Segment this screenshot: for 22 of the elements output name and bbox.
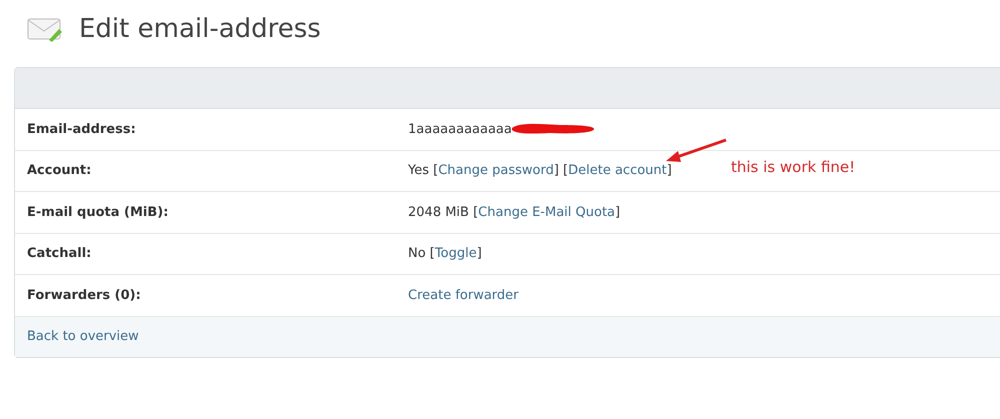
value-text: ] [476,245,482,263]
field-label: Account: [26,162,92,180]
value-text: ] [615,204,620,222]
value-text: No [ [408,245,435,263]
annotation-text: this is work fine! [731,157,856,178]
back-link[interactable]: Back to overview [27,326,139,346]
value-text: 2048 MiB [ [408,204,478,222]
action-link[interactable]: Toggle [434,244,477,264]
action-link[interactable]: Create forwarder [408,286,519,305]
value-text: ] [ [554,162,568,180]
value-text: 1aaaaaaaaaaaa [408,120,512,138]
field-label: Forwarders (0): [26,286,142,304]
action-link[interactable]: Change E-Mail Quota [478,202,616,222]
field-label: Email-address: [26,120,137,138]
action-link[interactable]: Change password [438,161,554,180]
action-link[interactable]: Delete account [568,161,667,180]
page-title: Edit email-address [79,12,321,46]
value-text: ] [666,162,672,180]
field-label: Catchall: [26,245,92,263]
field-label: E-mail quota (MiB): [26,204,170,222]
annotation-arrow [664,138,728,164]
value-text: Yes [ [408,162,438,180]
